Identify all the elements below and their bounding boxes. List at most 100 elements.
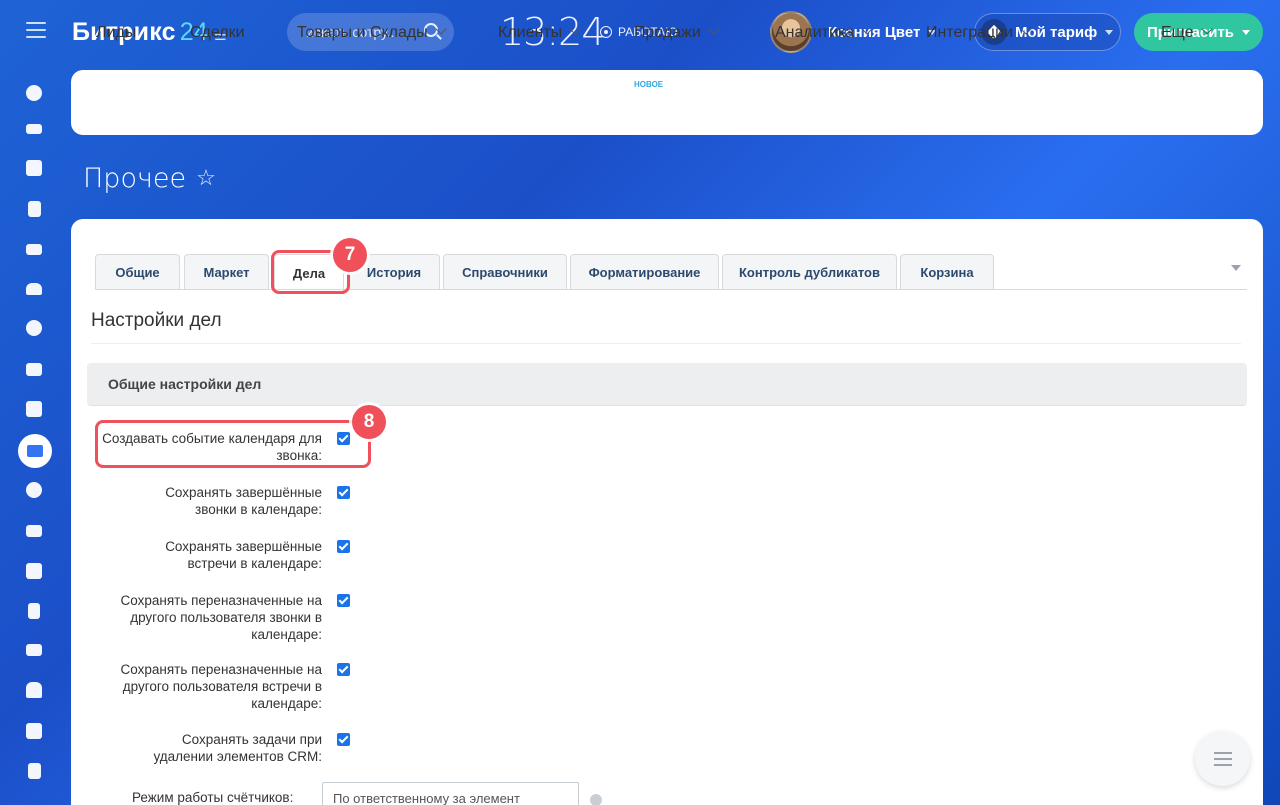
sidebar-item-apps[interactable] bbox=[23, 317, 45, 339]
tab-directories[interactable]: Справочники bbox=[443, 254, 567, 290]
highlight-row bbox=[95, 420, 371, 468]
nav-label: Лиды bbox=[96, 24, 137, 41]
tab-label: Корзина bbox=[920, 265, 974, 280]
new-badge: НОВОЕ bbox=[634, 80, 664, 89]
setting-checkbox[interactable] bbox=[337, 594, 350, 607]
page-title: Прочее ☆ bbox=[83, 163, 216, 194]
nav-label: Товары и Склады bbox=[297, 24, 428, 41]
tab-label: Общие bbox=[115, 265, 160, 280]
robot-icon bbox=[26, 682, 42, 698]
sidebar-item-bots[interactable] bbox=[23, 679, 45, 701]
document-icon bbox=[27, 201, 41, 217]
sidebar-item-signing[interactable] bbox=[23, 760, 45, 782]
sidebar-item-inventory[interactable] bbox=[23, 720, 45, 742]
chevron-down-icon bbox=[569, 23, 581, 35]
sidebar-item-analytics[interactable] bbox=[23, 600, 45, 622]
chevron-down-icon bbox=[708, 23, 720, 35]
hexagon-icon bbox=[26, 320, 42, 336]
box-icon bbox=[26, 723, 42, 739]
step-badge: 7 bbox=[333, 238, 367, 272]
sidebar-item-shop[interactable] bbox=[23, 520, 45, 542]
sign-icon bbox=[27, 763, 41, 779]
nav-item-products[interactable]: Товары и Склады bbox=[297, 23, 447, 42]
setting-label: Сохранять задачи при удалении элементов … bbox=[153, 732, 322, 764]
triangle-down-icon[interactable] bbox=[1231, 265, 1241, 271]
setting-checkbox[interactable] bbox=[337, 663, 350, 676]
sidebar-item-tasks[interactable] bbox=[23, 560, 45, 582]
counter-mode-select[interactable]: По ответственному за элемент bbox=[322, 782, 579, 805]
list-icon-line bbox=[1213, 763, 1232, 766]
nav-label: Продажи bbox=[634, 24, 701, 41]
nav-item-integrations[interactable]: Интеграции bbox=[926, 23, 1032, 42]
funnel-icon bbox=[27, 445, 43, 457]
nav-label: Сделки bbox=[190, 24, 245, 41]
target-icon bbox=[26, 482, 42, 498]
setting-row: Сохранять задачи при удалении элементов … bbox=[90, 731, 350, 765]
id-card-icon bbox=[26, 644, 42, 656]
sidebar-item-marketing[interactable] bbox=[23, 479, 45, 501]
sidebar-item-sites[interactable] bbox=[23, 82, 45, 104]
sidebar-item-crm[interactable] bbox=[18, 434, 52, 468]
chevron-down-icon bbox=[1020, 23, 1032, 35]
list-icon-line bbox=[1213, 751, 1232, 754]
sidebar-item-mail[interactable] bbox=[23, 238, 45, 260]
drive-icon bbox=[26, 124, 42, 134]
setting-row: Сохранять переназначенные на другого пол… bbox=[90, 661, 350, 712]
bar-chart-icon bbox=[28, 603, 40, 619]
help-icon[interactable] bbox=[590, 794, 602, 805]
chevron-down-icon bbox=[435, 23, 447, 35]
setting-checkbox[interactable] bbox=[337, 733, 350, 746]
setting-label: Сохранять завершённые встречи в календар… bbox=[165, 539, 322, 571]
list-icon-line bbox=[1213, 757, 1232, 760]
setting-row: Сохранять завершённые звонки в календаре… bbox=[90, 484, 350, 518]
tab-label: Контроль дубликатов bbox=[739, 265, 880, 280]
sidebar-item-calendar[interactable] bbox=[23, 157, 45, 179]
chevron-down-icon bbox=[861, 23, 873, 35]
sidebar-item-contacts[interactable] bbox=[23, 639, 45, 661]
tab-label: Справочники bbox=[462, 265, 548, 280]
setting-label: Сохранять переназначенные на другого пол… bbox=[120, 593, 323, 642]
tab-formatting[interactable]: Форматирование bbox=[570, 254, 719, 290]
tab-market[interactable]: Маркет bbox=[184, 254, 269, 290]
nav-item-clients[interactable]: Клиенты bbox=[498, 23, 581, 42]
tabs-divider bbox=[95, 289, 1247, 290]
tab-label: Маркет bbox=[203, 265, 250, 280]
nav-label: Интеграции bbox=[926, 24, 1014, 41]
nav-item-sales[interactable]: Продажи bbox=[634, 23, 720, 42]
sidebar-item-groups[interactable] bbox=[23, 278, 45, 300]
checkbox-icon bbox=[26, 563, 42, 579]
setting-checkbox[interactable] bbox=[337, 486, 350, 499]
sidebar-item-chat[interactable] bbox=[23, 358, 45, 380]
group-header: Общие настройки дел bbox=[87, 363, 1247, 406]
chat-icon bbox=[26, 362, 42, 376]
sidebar-item-docs[interactable] bbox=[23, 198, 45, 220]
list-button[interactable] bbox=[1195, 731, 1250, 786]
record-icon bbox=[600, 26, 612, 38]
setting-checkbox[interactable] bbox=[337, 540, 350, 553]
tab-label: История bbox=[366, 265, 422, 280]
nav-label: Еще bbox=[1161, 24, 1194, 41]
counter-mode-label: Режим работы счётчиков: bbox=[132, 790, 294, 805]
sidebar-item-drive[interactable] bbox=[23, 118, 45, 140]
network-icon bbox=[26, 85, 42, 101]
left-sidebar bbox=[0, 64, 70, 805]
divider bbox=[91, 343, 1241, 344]
nav-item-deals[interactable]: Сделки bbox=[190, 24, 245, 42]
tab-duplicates[interactable]: Контроль дубликатов bbox=[722, 254, 897, 290]
star-icon[interactable]: ☆ bbox=[196, 166, 216, 191]
nav-item-leads[interactable]: Лиды bbox=[96, 24, 136, 42]
nav-item-more[interactable]: Еще bbox=[1161, 23, 1213, 42]
page-title-text: Прочее bbox=[83, 163, 187, 194]
chevron-down-icon bbox=[1200, 23, 1213, 35]
nav-label: Клиенты bbox=[498, 24, 563, 41]
setting-label: Сохранять завершённые звонки в календаре… bbox=[165, 485, 322, 517]
nav-item-analytics[interactable]: Аналитика bbox=[775, 23, 873, 42]
setting-row: Сохранять переназначенные на другого пол… bbox=[90, 592, 350, 643]
cart-icon bbox=[26, 525, 42, 537]
tab-recycle-bin[interactable]: Корзина bbox=[900, 254, 994, 290]
building-icon bbox=[26, 401, 42, 417]
menu-icon[interactable] bbox=[26, 22, 46, 40]
sidebar-item-company[interactable] bbox=[23, 398, 45, 420]
tab-general[interactable]: Общие bbox=[95, 254, 180, 290]
section-title: Настройки дел bbox=[91, 310, 222, 331]
